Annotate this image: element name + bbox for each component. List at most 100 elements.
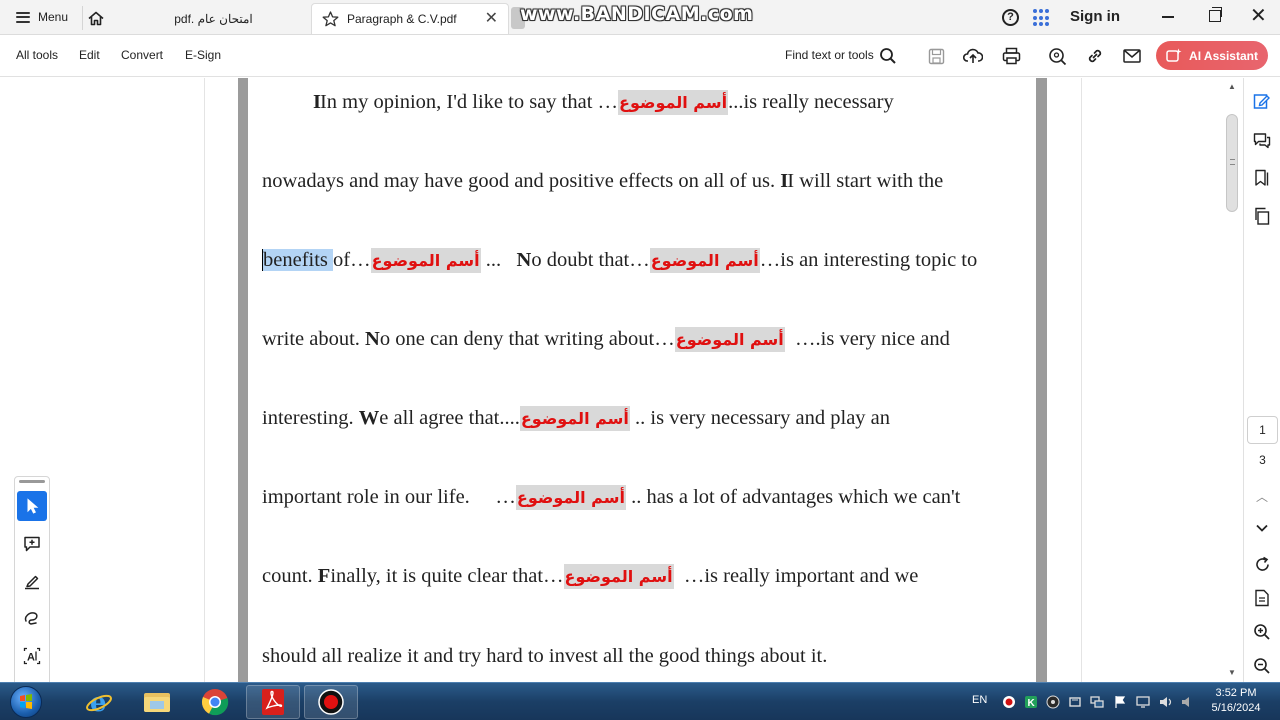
bandicam-watermark: www.BANDICAM.com [520,3,754,25]
email-icon[interactable] [1121,45,1143,67]
zoom-out-icon[interactable] [1252,656,1272,676]
recording-tray-icon[interactable] [1002,695,1016,709]
network-tray-icon[interactable] [1090,695,1104,709]
paragraph-line: important role in our life. …أسم الموضوع… [262,485,961,510]
chevron-down-icon[interactable] [1252,518,1272,538]
scroll-down-arrow[interactable]: ▼ [1228,668,1236,677]
save-icon[interactable] [925,45,947,67]
freehand-draw-icon [24,612,38,625]
document-viewer[interactable]: IIn my opinion, I'd like to say that …أس… [0,78,1243,720]
action-center-flag-icon[interactable] [1113,695,1127,709]
bookmarks-icon[interactable] [1252,168,1272,188]
topic-placeholder: أسم الموضوع [515,485,626,510]
zoom-in-icon[interactable] [1252,622,1272,642]
kaspersky-tray-icon[interactable]: K [1024,695,1038,709]
current-page-input[interactable]: 1 [1247,416,1278,444]
minimize-icon[interactable] [1162,16,1174,18]
system-clock[interactable]: 3:52 PM 5/16/2024 [1206,686,1266,716]
paragraph-line: write about. No one can deny that writin… [262,327,950,352]
taskbar-bandicam[interactable] [304,685,358,719]
star-icon[interactable] [322,11,339,27]
clock-time: 3:52 PM [1215,687,1257,699]
menu-button[interactable]: Menu [8,4,76,30]
edit-pdf-icon[interactable] [1252,91,1272,111]
menu-label: Menu [38,10,69,24]
tab-label: Paragraph & C.V.pdf [347,12,457,26]
taskbar-internet-explorer[interactable]: e [72,685,126,719]
rotate-icon[interactable] [1252,554,1272,574]
topic-placeholder: أسم الموضوع [519,406,630,431]
toolbar: All tools Edit Convert E-Sign Find text … [0,35,1280,77]
ai-assistant-button[interactable]: AI Assistant [1156,41,1268,70]
hamburger-icon [16,11,30,23]
restore-icon[interactable] [1209,7,1222,22]
close-window-icon[interactable]: ✕ [1250,6,1267,26]
tab-bar: Menu امتحان عام .pdf Paragraph & C.V.pdf… [0,0,1280,35]
print-icon[interactable] [1000,45,1022,67]
paragraph-line: nowadays and may have good and positive … [262,170,944,192]
search-icon[interactable] [877,45,899,67]
topic-placeholder: أسم الموضوع [370,248,481,273]
tab-paragraph-cv[interactable]: Paragraph & C.V.pdf ✕ [311,3,509,34]
pages-copy-icon[interactable] [1252,206,1272,226]
taskbar-file-explorer[interactable] [130,685,184,719]
folder-icon [144,693,170,712]
sign-in-button[interactable]: Sign in [1070,8,1120,25]
pdf-page[interactable]: IIn my opinion, I'd like to say that …أس… [248,78,1036,682]
highlight-tool[interactable] [17,566,47,596]
display-tray-icon[interactable] [1136,695,1150,709]
viewer-border-right [1081,78,1082,682]
upload-cloud-icon[interactable] [962,45,984,67]
home-icon [87,11,104,25]
select-tool[interactable] [17,491,47,521]
search-document-icon[interactable] [1046,45,1068,67]
menu-e-sign[interactable]: E-Sign [185,48,221,62]
paragraph-line: interesting. We all agree that....أسم ال… [262,406,891,431]
windows-taskbar: e EN K 3:52 PM 5/16/2024 [0,682,1280,720]
taskbar-chrome[interactable] [188,685,242,719]
menu-all-tools[interactable]: All tools [16,48,58,62]
comment-plus-icon [24,536,40,552]
paragraph-line: count. Finally, it is quite clear that…أ… [262,564,919,589]
windows-logo-icon [10,686,42,718]
record-icon [318,689,344,715]
home-button[interactable] [82,6,108,30]
topic-placeholder: أسم الموضوع [618,90,729,115]
ai-assistant-label: AI Assistant [1189,48,1258,63]
ai-sparkle-icon [1166,48,1182,62]
svg-text:A: A [27,652,35,664]
language-bar-icon[interactable] [1181,695,1195,709]
vertical-scrollbar[interactable]: ▲ ▼ [1224,78,1242,682]
help-icon[interactable]: ? [1002,9,1019,26]
drag-handle[interactable] [19,480,45,483]
find-text-label[interactable]: Find text or tools [785,48,874,62]
paragraph-line: benefits of…أسم الموضوع ... No doubt tha… [262,248,978,273]
tab-exam-pdf[interactable]: امتحان عام .pdf [116,3,311,34]
page-display-icon[interactable] [1252,588,1272,608]
volume-icon[interactable] [1159,695,1173,709]
close-tab-icon[interactable]: ✕ [485,11,498,27]
sync-tray-icon[interactable] [1046,695,1060,709]
total-pages: 3 [1259,453,1266,467]
tray-app-icon[interactable] [1068,695,1082,709]
language-indicator[interactable]: EN [972,694,987,706]
menu-edit[interactable]: Edit [79,48,100,62]
add-comment-tool[interactable] [17,529,47,559]
scroll-up-arrow[interactable]: ▲ [1228,82,1236,91]
taskbar-acrobat[interactable] [246,685,300,719]
clock-date: 5/16/2024 [1211,702,1261,714]
apps-grid-icon[interactable] [1033,9,1051,27]
comments-icon[interactable] [1252,131,1272,151]
text-tool[interactable]: A [17,641,47,671]
menu-convert[interactable]: Convert [121,48,163,62]
draw-tool[interactable] [17,603,47,633]
link-icon[interactable] [1084,45,1106,67]
page-edge-right [1036,78,1047,682]
right-sidebar: 1 3 ︿ [1243,78,1280,682]
paragraph-line: IIn my opinion, I'd like to say that …أس… [313,90,894,115]
selected-text[interactable]: benefits [262,249,334,271]
scroll-thumb[interactable] [1226,114,1238,212]
start-button[interactable] [6,684,46,720]
chevron-up-icon[interactable]: ︿ [1252,486,1272,506]
internet-explorer-icon: e [86,688,112,716]
